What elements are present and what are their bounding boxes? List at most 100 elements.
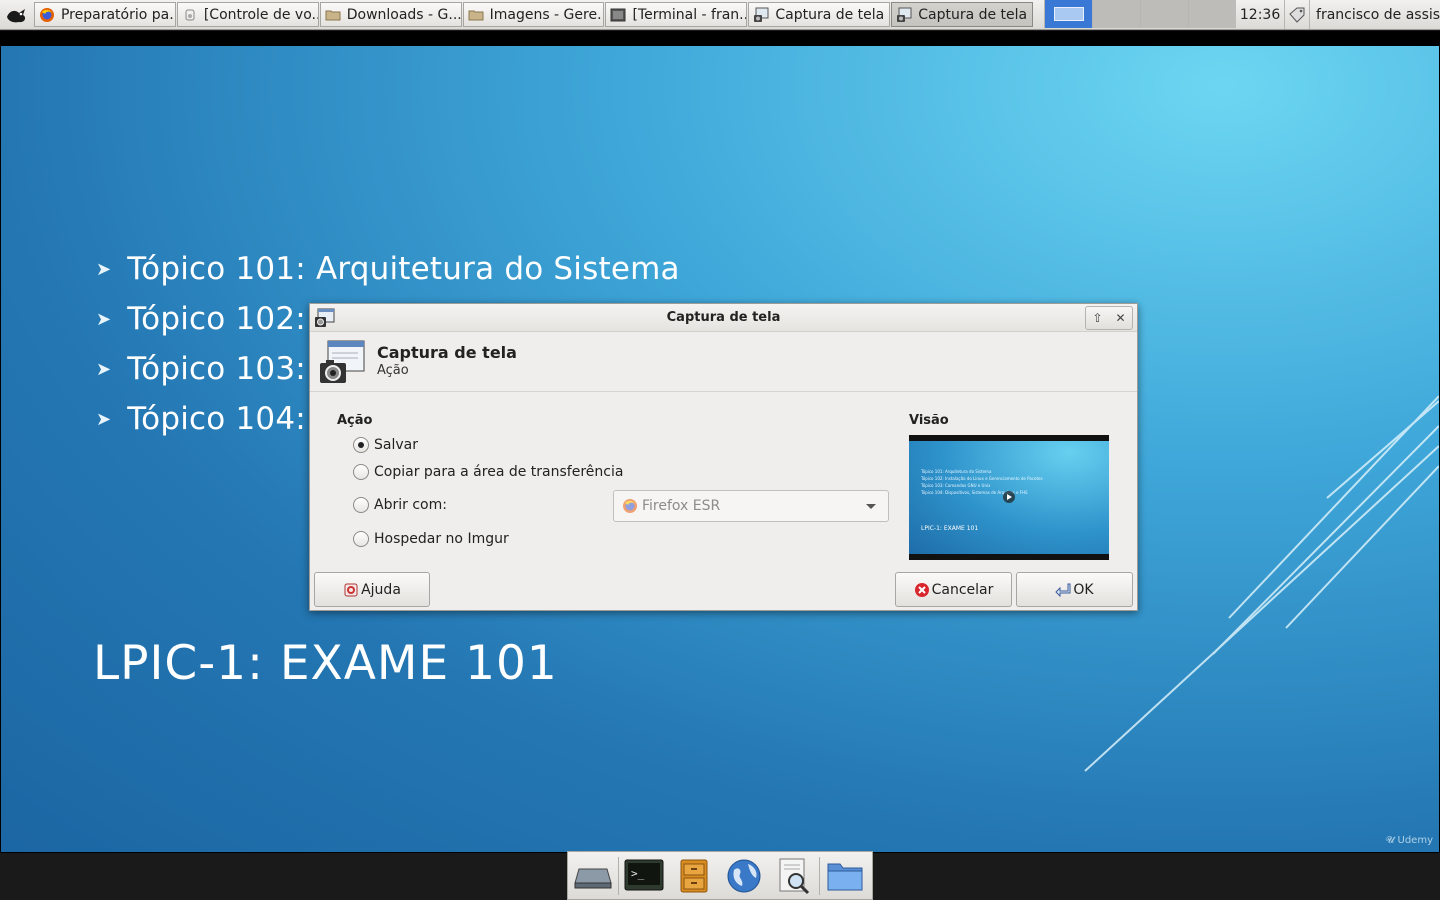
terminal-icon [610, 8, 626, 21]
dock-drive[interactable] [568, 853, 618, 899]
workspace-1[interactable] [1044, 0, 1093, 28]
task-label: Captura de tela [775, 6, 885, 23]
help-label: Ajuda [361, 581, 401, 598]
preview-title: LPIC-1: EXAME 101 [921, 525, 979, 532]
dock-search[interactable] [769, 853, 819, 899]
cancel-icon [914, 582, 929, 597]
header-subtitle: Ação [377, 363, 409, 378]
file-cabinet-icon [680, 859, 708, 892]
arrow-bullet-icon: ➤ [96, 258, 112, 280]
imgur-radio[interactable] [353, 531, 369, 547]
task-volume-control[interactable]: [Controle de vo... [176, 2, 319, 27]
udemy-logo-icon: 𝓤 [1385, 835, 1398, 846]
topic-text: Tópico 104: [127, 401, 306, 437]
xfce-mouse-icon [6, 8, 26, 22]
topic-text: Tópico 101: Arquitetura do Sistema [127, 251, 680, 287]
firefox-icon [623, 499, 637, 513]
terminal-icon: >_ [624, 859, 664, 890]
task-downloads[interactable]: Downloads - G... [319, 2, 462, 27]
help-icon [344, 583, 358, 596]
option-label: Abrir com: [374, 497, 447, 513]
watermark-text: Udemy [1397, 835, 1433, 846]
task-label: [Terminal - fran... [632, 6, 747, 23]
arrow-bullet-icon: ➤ [96, 308, 112, 330]
header-title: Captura de tela [377, 343, 517, 362]
option-open-with[interactable]: Abrir com: [353, 497, 447, 513]
topic-text: Tópico 103: [127, 351, 306, 387]
preview-image: Tópico 101: Arquitetura do Sistema Tópic… [909, 441, 1109, 554]
screenshot-dialog: Captura de tela ⇧ ✕ Captura de tela Ação… [309, 303, 1138, 611]
svg-text:>_: >_ [631, 867, 645, 880]
chevron-down-icon [866, 504, 876, 509]
task-imagens[interactable]: Imagens - Gere... [462, 2, 605, 27]
open-with-combo[interactable]: Firefox ESR [613, 490, 889, 522]
dialog-header: Captura de tela Ação [310, 332, 1137, 392]
clock[interactable]: 12:36 [1236, 0, 1284, 29]
preview-line: Tópico 101: Arquitetura do Sistema [921, 469, 992, 474]
topic-104: ➤ Tópico 104: [96, 401, 306, 437]
topic-101: ➤ Tópico 101: Arquitetura do Sistema [96, 251, 680, 287]
task-screenshot-2[interactable]: Captura de tela [891, 2, 1034, 27]
task-terminal[interactable]: [Terminal - fran... [605, 2, 748, 27]
save-radio[interactable] [353, 437, 369, 453]
arrow-bullet-icon: ➤ [96, 408, 112, 430]
open-with-value: Firefox ESR [642, 498, 721, 514]
dialog-title: Captura de tela [666, 310, 781, 325]
help-button[interactable]: Ajuda [314, 572, 430, 607]
topic-103: ➤ Tópico 103: [96, 351, 306, 387]
screenshot-preview: Tópico 101: Arquitetura do Sistema Tópic… [909, 435, 1109, 560]
dock-file-cabinet[interactable] [669, 853, 719, 899]
task-label: Imagens - Gere... [489, 6, 604, 23]
folder-icon [468, 10, 484, 20]
dock-folder[interactable] [820, 853, 870, 899]
volume-control-icon [185, 9, 195, 20]
option-label: Copiar para a área de transferência [374, 464, 624, 480]
cancel-label: Cancelar [931, 581, 994, 598]
play-icon [1003, 491, 1015, 503]
option-imgur[interactable]: Hospedar no Imgur [353, 531, 509, 547]
open-with-radio[interactable] [353, 497, 369, 513]
ok-button[interactable]: OK [1016, 572, 1133, 607]
maximize-icon[interactable]: ⇧ [1086, 307, 1109, 329]
cancel-button[interactable]: Cancelar [895, 572, 1012, 607]
top-panel: Preparatório pa... [Controle de vo... Do… [0, 0, 1440, 30]
preview-line: Tópico 102: Instalação do Linux e Gerenc… [921, 476, 1043, 481]
screenshot-app-icon [315, 308, 335, 327]
workspace-2[interactable] [1092, 0, 1141, 28]
screenshot-icon [897, 7, 912, 22]
launcher-dock: >_ [567, 851, 873, 900]
task-screenshot-1[interactable]: Captura de tela [748, 2, 891, 27]
dialog-titlebar[interactable]: Captura de tela ⇧ ✕ [310, 304, 1137, 332]
window-controls: ⇧ ✕ [1085, 306, 1133, 330]
arrow-bullet-icon: ➤ [96, 358, 112, 380]
close-icon[interactable]: ✕ [1109, 307, 1132, 329]
firefox-icon [39, 7, 54, 22]
option-label: Hospedar no Imgur [374, 531, 509, 547]
folder-icon [325, 10, 341, 20]
tag-icon [1289, 7, 1305, 23]
topic-102: ➤ Tópico 102: [96, 301, 306, 337]
workspace-3[interactable] [1140, 0, 1189, 28]
search-icon [779, 858, 810, 894]
task-firefox[interactable]: Preparatório pa... [33, 2, 176, 27]
option-save[interactable]: Salvar [353, 437, 418, 453]
task-label: Preparatório pa... [60, 6, 175, 23]
user-name[interactable]: francisco de assis [1310, 0, 1440, 29]
task-label: Captura de tela [918, 6, 1028, 23]
folder-icon [827, 863, 863, 890]
option-clipboard[interactable]: Copiar para a área de transferência [353, 464, 623, 480]
task-label: Downloads - G... [346, 6, 461, 23]
slide-title: LPIC-1: EXAME 101 [93, 636, 558, 691]
user-menu-icon[interactable] [1284, 0, 1311, 29]
workspace-switcher [1044, 0, 1237, 28]
dock-web-browser[interactable] [719, 853, 769, 899]
clipboard-radio[interactable] [353, 464, 369, 480]
action-section-label: Ação [337, 413, 373, 428]
dock-terminal[interactable]: >_ [619, 853, 669, 899]
preview-section-label: Visão [909, 413, 949, 428]
screenshot-app-icon [320, 340, 365, 383]
workspace-4[interactable] [1188, 0, 1237, 28]
applications-menu-button[interactable] [0, 0, 34, 29]
preview-line: Tópico 103: Comandos GNU e Unix [921, 483, 991, 488]
ok-label: OK [1073, 581, 1094, 598]
